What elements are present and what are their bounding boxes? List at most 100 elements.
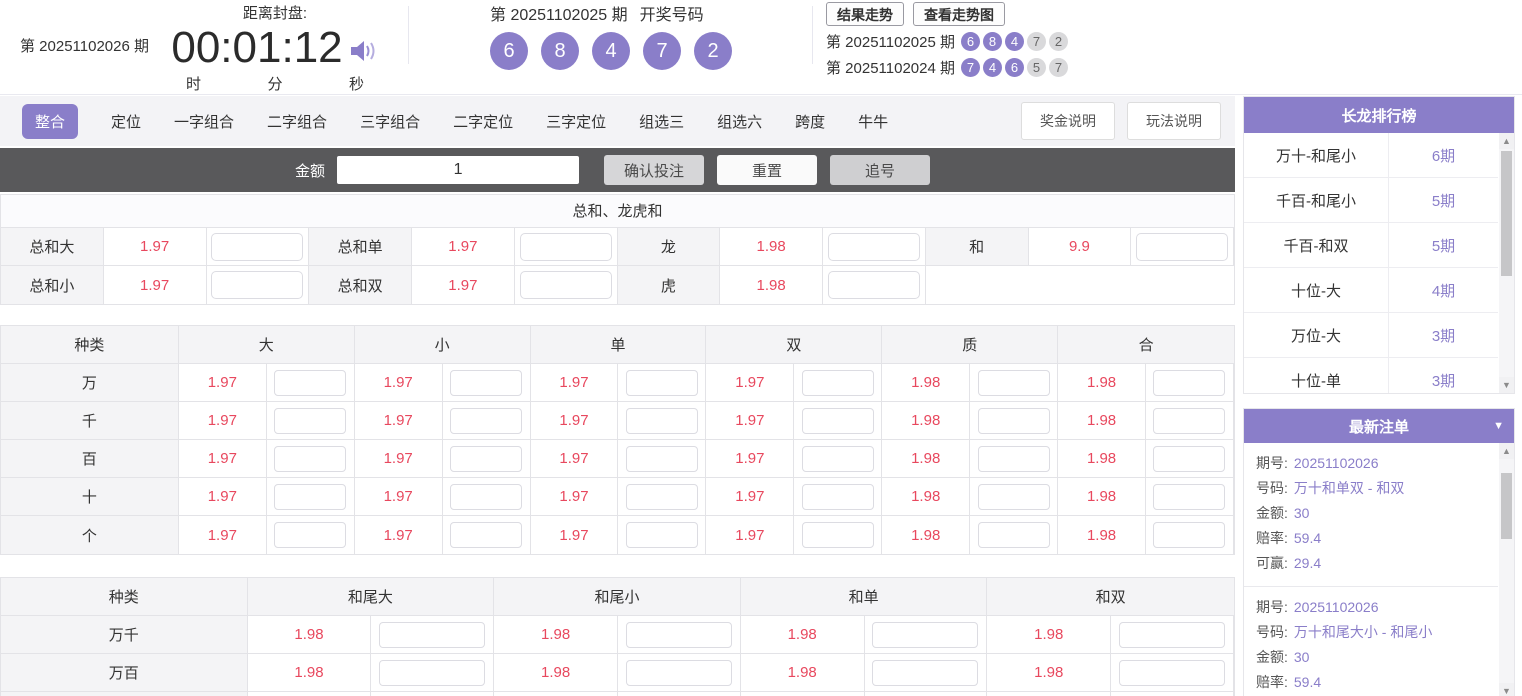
column-header: 和双 (987, 578, 1234, 615)
bet-amount-input-百-大[interactable] (274, 446, 346, 472)
result-trend-button[interactable]: 结果走势 (826, 2, 904, 26)
bet-amount-input-总和单[interactable] (520, 233, 612, 261)
table-row: 万千1.981.981.981.98 (1, 616, 1234, 654)
bet-amount-input-万千-和尾小[interactable] (626, 622, 732, 648)
bet-amount-input-龙[interactable] (828, 233, 920, 261)
odds-value: 1.98 (1058, 440, 1146, 477)
bet-amount-input-万-单[interactable] (626, 370, 698, 396)
bet-amount-input-百-合[interactable] (1153, 446, 1225, 472)
bet-amount-input-个-双[interactable] (802, 522, 874, 548)
bet-amount-input-虎[interactable] (828, 271, 920, 299)
chevron-down-icon[interactable]: ▼ (1493, 420, 1504, 432)
tab-三字组合[interactable]: 三字组合 (360, 104, 420, 139)
rules-info-button[interactable]: 玩法说明 (1127, 102, 1221, 140)
bet-amount-input-万-双[interactable] (802, 370, 874, 396)
tab-组选三[interactable]: 组选三 (639, 104, 684, 139)
odds-value: 9.9 (1029, 228, 1132, 265)
tab-整合[interactable]: 整合 (22, 104, 78, 139)
bet-amount-input-个-小[interactable] (450, 522, 522, 548)
tab-二字定位[interactable]: 二字定位 (453, 104, 513, 139)
bet-amount-input-十-单[interactable] (626, 484, 698, 510)
bet-amount-input-百-双[interactable] (802, 446, 874, 472)
scroll-down-icon[interactable]: ▼ (1499, 683, 1514, 696)
bet-amount-input-万千-和双[interactable] (1119, 622, 1225, 648)
bet-amount-input-万百-和单[interactable] (872, 660, 978, 686)
bet-amount-input-万-小[interactable] (450, 370, 522, 396)
confirm-bet-button[interactable]: 确认投注 (604, 155, 704, 185)
bet-amount-input-个-质[interactable] (978, 522, 1050, 548)
view-trend-chart-button[interactable]: 查看走势图 (913, 2, 1005, 26)
scroll-up-icon[interactable]: ▲ (1499, 133, 1514, 149)
tab-一字组合[interactable]: 一字组合 (174, 104, 234, 139)
bet-input-cell (1146, 402, 1234, 439)
bet-amount-input-千-小[interactable] (450, 408, 522, 434)
bet-amount-input-总和双[interactable] (520, 271, 612, 299)
bet-input-cell (970, 402, 1058, 439)
bet-amount-input-十-合[interactable] (1153, 484, 1225, 510)
bet-amount-input-个-大[interactable] (274, 522, 346, 548)
scrollbar-thumb[interactable] (1501, 473, 1512, 539)
bet-amount-input-个-合[interactable] (1153, 522, 1225, 548)
orders-list: 期号:20251102026号码:万十和单双 - 和双金额:30赔率:59.4可… (1244, 443, 1498, 696)
dragon-list-item: 万十-和尾小6期 (1244, 133, 1498, 178)
reset-button[interactable]: 重置 (717, 155, 817, 185)
odds-value: 1.98 (720, 266, 823, 304)
order-amount: 金额:30 (1256, 501, 1498, 526)
order-issue: 期号:20251102026 (1256, 595, 1498, 620)
bet-amount-input-万-合[interactable] (1153, 370, 1225, 396)
chase-number-button[interactable]: 追号 (830, 155, 930, 185)
bet-amount-input-百-单[interactable] (626, 446, 698, 472)
bet-amount-input-百-质[interactable] (978, 446, 1050, 472)
bet-amount-input-和[interactable] (1136, 233, 1228, 261)
table-row (1, 692, 1234, 696)
amount-label: 金额 (295, 160, 325, 181)
bonus-info-button[interactable]: 奖金说明 (1021, 102, 1115, 140)
bet-amount-input-十-小[interactable] (450, 484, 522, 510)
bet-amount-input-万百-和尾小[interactable] (626, 660, 732, 686)
odds-value: 1.97 (179, 402, 267, 439)
row-label: 个 (1, 516, 179, 554)
bet-amount-input-个-单[interactable] (626, 522, 698, 548)
table-row: 十1.971.971.971.971.981.98 (1, 478, 1234, 516)
scroll-down-icon[interactable]: ▼ (1499, 377, 1514, 393)
orders-panel-title: 最新注单 (1349, 416, 1409, 437)
bet-amount-input-总和大[interactable] (211, 233, 303, 261)
draw-number-ball: 7 (643, 32, 681, 70)
bet-amount-input-千-合[interactable] (1153, 408, 1225, 434)
bet-amount-input-百-小[interactable] (450, 446, 522, 472)
order-number: 号码:万十和单双 - 和双 (1256, 476, 1498, 501)
bet-amount-input-万千-和尾大[interactable] (379, 622, 485, 648)
dragon-streak-count: 6期 (1388, 133, 1498, 177)
history-number-ball: 8 (983, 32, 1002, 51)
column-header: 大 (179, 326, 355, 363)
bet-amount-input-千-单[interactable] (626, 408, 698, 434)
bet-amount-input-千-双[interactable] (802, 408, 874, 434)
bet-amount-input-总和小[interactable] (211, 271, 303, 299)
bet-amount-input-万百-和双[interactable] (1119, 660, 1225, 686)
bet-amount-input-千-质[interactable] (978, 408, 1050, 434)
column-header: 小 (355, 326, 531, 363)
bet-amount-input-万千-和单[interactable] (872, 622, 978, 648)
odds-value: 1.98 (1058, 516, 1146, 554)
scrollbar-thumb[interactable] (1501, 151, 1512, 276)
odds-value: 1.97 (706, 516, 794, 554)
tab-二字组合[interactable]: 二字组合 (267, 104, 327, 139)
tab-跨度[interactable]: 跨度 (795, 104, 825, 139)
dragon-list-item: 十位-大4期 (1244, 268, 1498, 313)
tab-定位[interactable]: 定位 (111, 104, 141, 139)
bet-amount-input-十-质[interactable] (978, 484, 1050, 510)
amount-input[interactable] (337, 156, 579, 184)
bet-amount-input-十-双[interactable] (802, 484, 874, 510)
odds-value: 1.98 (248, 654, 372, 691)
bet-amount-input-千-大[interactable] (274, 408, 346, 434)
tab-三字定位[interactable]: 三字定位 (546, 104, 606, 139)
tab-组选六[interactable]: 组选六 (717, 104, 762, 139)
speaker-icon[interactable] (349, 38, 379, 64)
bet-amount-input-万百-和尾大[interactable] (379, 660, 485, 686)
bet-amount-input-十-大[interactable] (274, 484, 346, 510)
dragon-list-item: 千百-和双5期 (1244, 223, 1498, 268)
bet-amount-input-万-质[interactable] (978, 370, 1050, 396)
bet-amount-input-万-大[interactable] (274, 370, 346, 396)
scroll-up-icon[interactable]: ▲ (1499, 443, 1514, 459)
tab-牛牛[interactable]: 牛牛 (858, 104, 888, 139)
